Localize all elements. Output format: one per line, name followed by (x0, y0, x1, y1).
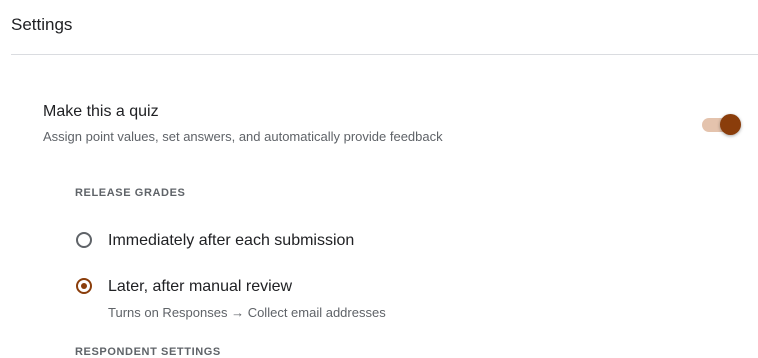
make-quiz-toggle[interactable] (700, 112, 742, 136)
make-quiz-setting: Make this a quiz Assign point values, se… (43, 102, 743, 146)
radio-sublabel-later: Turns on Responses → Collect email addre… (108, 305, 386, 320)
radio-label-later: Later, after manual review (108, 278, 293, 295)
radio-checked-icon[interactable] (76, 278, 92, 294)
header-divider (11, 54, 758, 55)
make-quiz-title: Make this a quiz (43, 103, 159, 120)
settings-page: Settings Make this a quiz Assign point v… (0, 0, 758, 358)
page-title: Settings (11, 15, 73, 34)
radio-dot (81, 283, 87, 289)
make-quiz-description: Assign point values, set answers, and au… (43, 129, 443, 144)
radio-label-immediately: Immediately after each submission (108, 232, 355, 249)
release-grades-heading: RELEASE GRADES (75, 187, 186, 199)
radio-unchecked-icon[interactable] (76, 232, 92, 248)
respondent-settings-heading: RESPONDENT SETTINGS (75, 346, 221, 358)
toggle-thumb (720, 114, 741, 135)
